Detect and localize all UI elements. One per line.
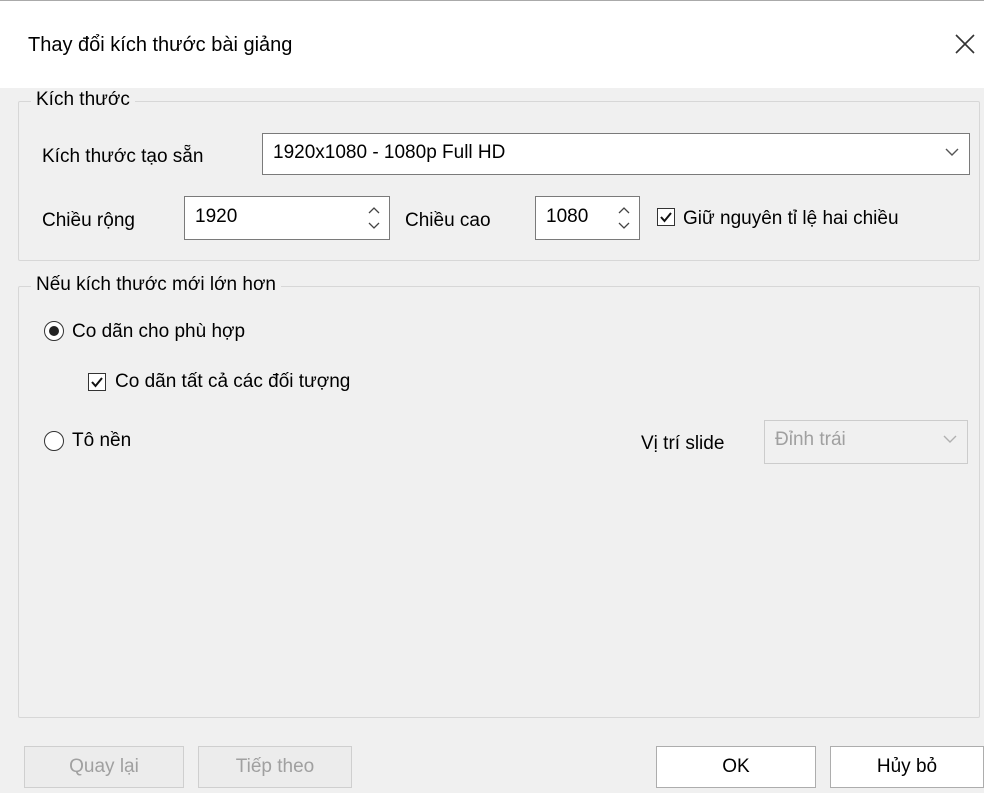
fill-radio-label: Tô nền bbox=[72, 430, 132, 451]
width-label: Chiều rộng bbox=[42, 210, 135, 231]
radio-dot bbox=[49, 326, 59, 336]
chevron-down-icon bbox=[943, 435, 957, 443]
scale-all-label: Co dãn tất cả các đối tượng bbox=[115, 371, 351, 392]
scale-all-checkbox[interactable] bbox=[88, 373, 106, 391]
slide-position-select[interactable]: Đỉnh trái bbox=[764, 420, 968, 464]
title-bar: Thay đổi kích thước bài giảng bbox=[0, 0, 984, 88]
resize-dialog: Thay đổi kích thước bài giảng Kích thước… bbox=[0, 0, 984, 793]
preset-select[interactable]: 1920x1080 - 1080p Full HD bbox=[262, 133, 970, 175]
keep-ratio-label: Giữ nguyên tỉ lệ hai chiều bbox=[683, 208, 899, 229]
chevron-down-icon bbox=[945, 148, 959, 156]
height-label: Chiều cao bbox=[405, 210, 491, 231]
larger-group-legend: Nếu kích thước mới lớn hơn bbox=[31, 274, 281, 296]
preset-label: Kích thước tạo sẵn bbox=[42, 146, 204, 167]
stepper-arrows-icon[interactable] bbox=[367, 203, 381, 233]
width-stepper[interactable]: 1920 bbox=[184, 196, 390, 240]
preset-select-value: 1920x1080 - 1080p Full HD bbox=[273, 142, 506, 163]
fill-radio[interactable] bbox=[44, 431, 64, 451]
close-icon[interactable] bbox=[952, 31, 978, 57]
next-button[interactable]: Tiếp theo bbox=[198, 746, 352, 788]
checkmark-icon bbox=[91, 377, 103, 388]
larger-group: Nếu kích thước mới lớn hơn bbox=[18, 274, 980, 718]
keep-ratio-checkbox[interactable] bbox=[657, 208, 675, 226]
stepper-arrows-icon[interactable] bbox=[617, 203, 631, 233]
dialog-title: Thay đổi kích thước bài giảng bbox=[28, 34, 293, 56]
cancel-button[interactable]: Hủy bỏ bbox=[830, 746, 984, 788]
size-group: Kích thước bbox=[18, 89, 980, 261]
slide-position-value: Đỉnh trái bbox=[775, 429, 846, 450]
fit-radio-label: Co dãn cho phù hợp bbox=[72, 321, 246, 342]
slide-position-label: Vị trí slide bbox=[641, 433, 725, 454]
back-button[interactable]: Quay lại bbox=[24, 746, 184, 788]
height-stepper[interactable]: 1080 bbox=[535, 196, 640, 240]
fit-radio[interactable] bbox=[44, 321, 64, 341]
height-value: 1080 bbox=[546, 206, 589, 227]
size-group-legend: Kích thước bbox=[31, 89, 135, 111]
checkmark-icon bbox=[660, 212, 672, 223]
ok-button[interactable]: OK bbox=[656, 746, 816, 788]
width-value: 1920 bbox=[195, 206, 238, 227]
